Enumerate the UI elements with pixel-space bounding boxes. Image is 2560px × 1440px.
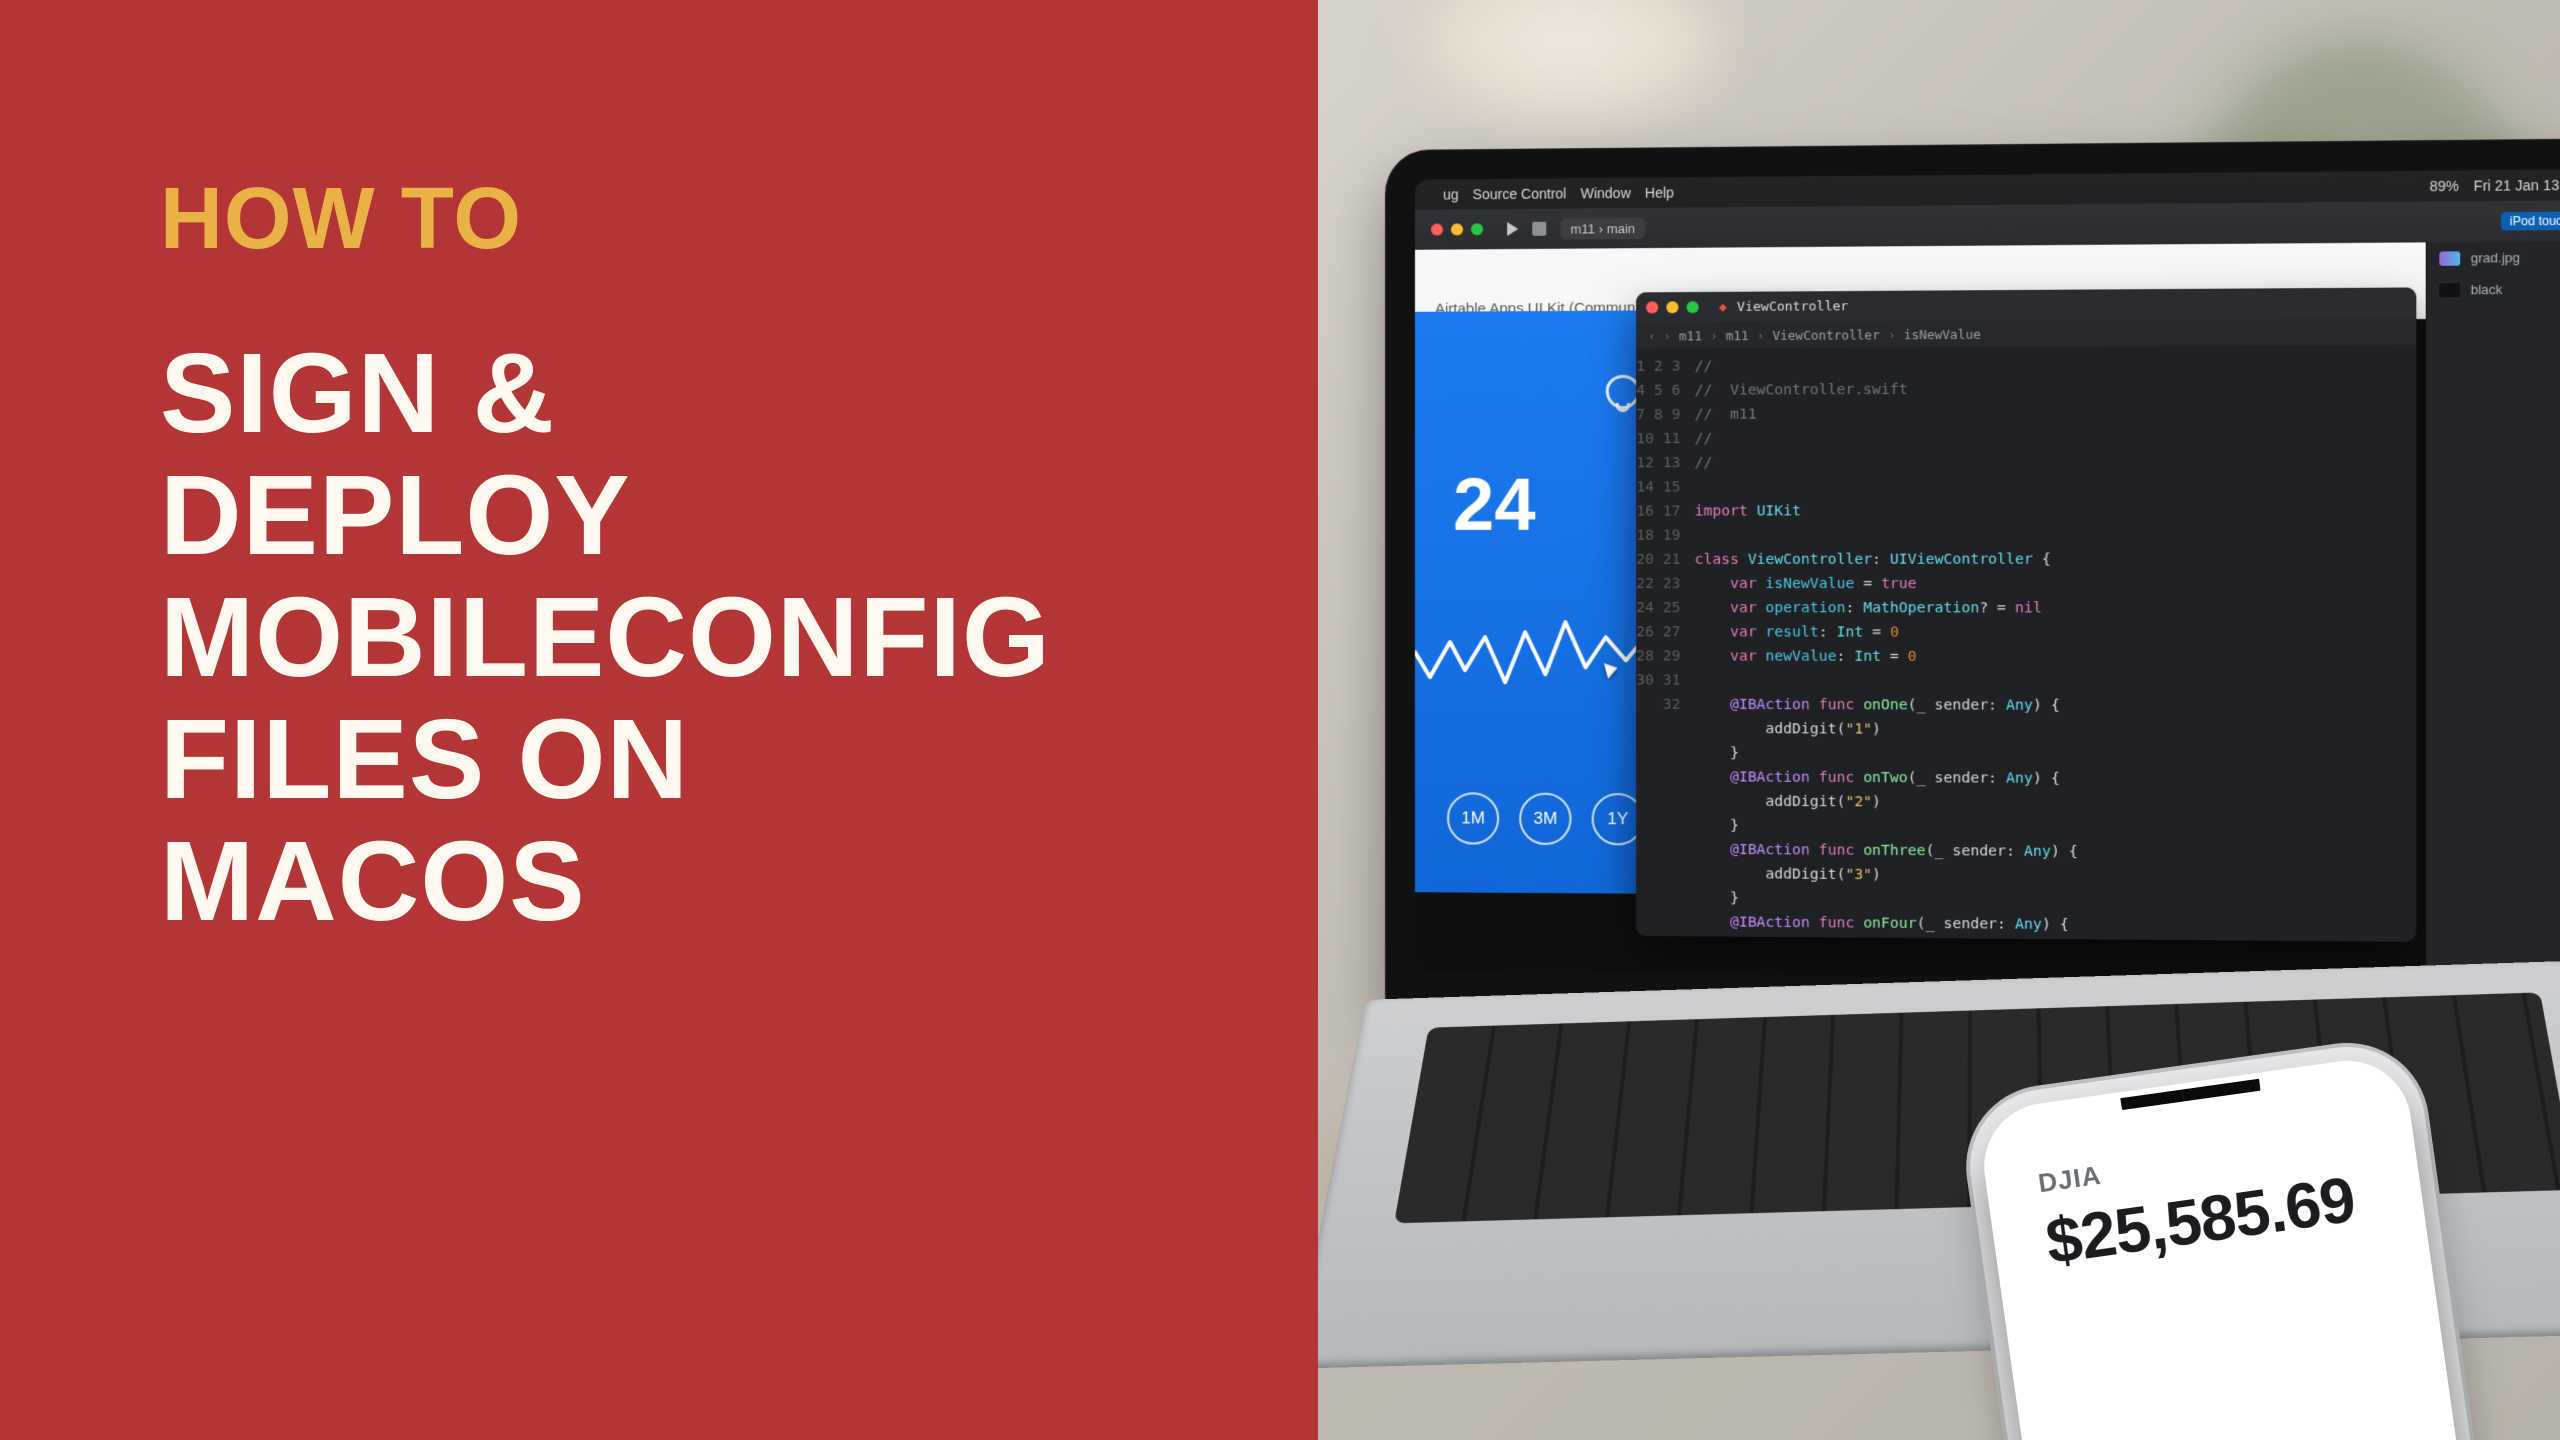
window-traffic-lights[interactable]: [1431, 223, 1483, 235]
xcode-inspector: grad.jpg black: [2426, 241, 2560, 982]
code-pathbar[interactable]: ‹ ›m11›m11›ViewController›isNewValue: [1636, 318, 2416, 349]
eyebrow: HOW TO: [160, 175, 1238, 262]
photo-panel: ug Source Control Window Help 89% Fri 21 Jan…: [1318, 0, 2560, 1440]
stop-icon[interactable]: [1533, 222, 1547, 236]
swift-icon: ◆: [1719, 299, 1727, 314]
menubar-status: 89%: [2430, 178, 2459, 195]
asset-row[interactable]: grad.jpg: [2427, 241, 2560, 274]
code-body[interactable]: // // ViewController.swift // m11 // // …: [1681, 345, 2417, 942]
window-traffic-lights[interactable]: [1647, 301, 1700, 313]
menu-item[interactable]: Source Control: [1473, 185, 1567, 202]
run-icon[interactable]: [1508, 222, 1519, 236]
menu-item[interactable]: Help: [1645, 184, 1674, 200]
code-editor-window: ◆ ViewController ‹ ›m11›m11›ViewControll…: [1636, 287, 2416, 941]
menubar-status: Fri 21 Jan 13:53: [2474, 177, 2560, 194]
menu-item[interactable]: Window: [1581, 185, 1631, 202]
window-title: ViewController: [1737, 299, 1848, 315]
laptop-screen: ug Source Control Window Help 89% Fri 21 Jan…: [1415, 169, 2560, 982]
laptop: ug Source Control Window Help 89% Fri 21 Jan…: [1385, 138, 2560, 1032]
device-tag[interactable]: iPod touch: [2502, 212, 2560, 231]
path-segment[interactable]: m11: [1726, 327, 1749, 342]
page: HOW TO Sign &DeployMobileConfigFiles onm…: [0, 0, 2560, 1440]
hero-panel: HOW TO Sign &DeployMobileConfigFiles onm…: [0, 0, 1318, 1440]
path-segment[interactable]: isNewValue: [1904, 326, 1981, 342]
path-segment[interactable]: ViewController: [1773, 327, 1880, 343]
asset-row[interactable]: black: [2427, 273, 2560, 306]
phone-screen: DJIA $25,585.69: [1996, 1073, 2454, 1440]
path-segment[interactable]: m11: [1679, 328, 1702, 343]
period-button[interactable]: 3M: [1520, 793, 1572, 845]
bg-blur: [1358, 0, 1778, 150]
phone: DJIA $25,585.69: [1976, 1053, 2474, 1440]
code-titlebar: ◆ ViewController: [1636, 287, 2416, 322]
period-button[interactable]: 1M: [1447, 792, 1499, 844]
menu-item[interactable]: ug: [1443, 186, 1459, 202]
hero-title: Sign &DeployMobileConfigFiles onmacOS: [160, 332, 1238, 942]
scheme-selector[interactable]: m11 › main: [1561, 217, 1646, 239]
